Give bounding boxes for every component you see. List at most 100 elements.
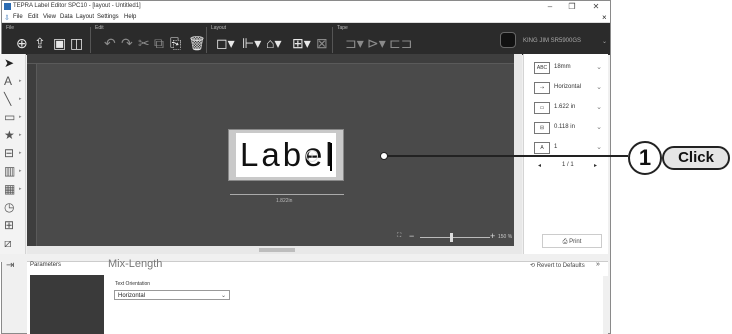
window-title: TEPRA Label Editor SPC10 - [layout - Unt… — [13, 3, 141, 9]
vertical-ruler — [27, 64, 37, 254]
library-icon[interactable]: ◫ — [70, 36, 83, 50]
print-label: Print — [569, 239, 582, 245]
text-orientation-select[interactable]: Horizontal ⌄ — [114, 290, 230, 300]
parameters-scrollbar[interactable] — [603, 276, 608, 334]
copies-select[interactable]: A 1 ⌄ — [534, 142, 606, 154]
previous-page-icon[interactable]: ◂ — [538, 162, 541, 169]
new-icon[interactable]: ⊕ — [16, 36, 28, 50]
copy-icon[interactable]: ⧉ — [154, 36, 164, 50]
dimension-value: 1.822in — [276, 198, 293, 204]
align-icon[interactable]: ⊩▾ — [242, 36, 261, 50]
orientation-select[interactable]: ⇢ Horizontal ⌄ — [534, 82, 606, 94]
copies-value: 1 — [554, 144, 558, 150]
callout-target — [380, 152, 388, 160]
length-icon: ▭ — [534, 102, 550, 114]
title-bar: TEPRA Label Editor SPC10 - [layout - Unt… — [2, 1, 610, 12]
tape-mode-icon[interactable]: ⊏⊐ — [389, 36, 412, 50]
select-tool-icon[interactable]: ➤ — [4, 56, 22, 70]
callout-line — [384, 155, 628, 157]
app-icon — [4, 3, 11, 10]
datetime-tool-icon[interactable]: ◷ — [4, 200, 22, 214]
parameters-preview — [30, 275, 104, 334]
page-indicator: 1 / 1 — [562, 162, 574, 168]
menu-settings[interactable]: Settings — [97, 14, 119, 20]
close-button[interactable]: ✕ — [586, 2, 606, 11]
tape-cut-icon[interactable]: ⊳▾ — [367, 36, 386, 50]
save-icon[interactable]: ▣ — [53, 36, 66, 50]
redo-icon[interactable]: ↷ — [121, 36, 133, 50]
menu-file[interactable]: File — [13, 14, 23, 20]
zoom-level: 150 % — [498, 234, 513, 240]
document-close-button[interactable]: × — [602, 13, 607, 22]
revert-button[interactable]: ⟲ Revert to Defaults — [530, 262, 585, 269]
zoom-slider-track[interactable] — [420, 237, 490, 238]
revert-icon: ⟲ — [530, 263, 537, 269]
horizontal-scroll-thumb[interactable] — [259, 248, 295, 252]
qrcode-tool-icon[interactable]: ▦ ▸ — [4, 182, 22, 196]
menu-layout[interactable]: Layout — [76, 14, 94, 20]
ribbon-group-layout: Layout — [211, 25, 227, 31]
restore-button[interactable]: ❐ — [562, 2, 582, 11]
paste-icon[interactable]: ⎘ — [170, 36, 181, 50]
collapse-icon[interactable]: » — [596, 261, 600, 268]
tape-width-icon: ABC — [534, 62, 550, 74]
length-value: 1.622 in — [554, 104, 576, 110]
arrange-icon[interactable]: ⌂▾ — [266, 36, 281, 50]
menu-bar: ⇩ File Edit View Data Layout Settings He… — [2, 12, 610, 23]
text-cursor — [330, 143, 332, 171]
chevron-down-icon: ⌄ — [220, 293, 226, 299]
dimension-line — [230, 194, 344, 195]
tape-feed-icon[interactable]: ⊐▾ — [345, 36, 364, 50]
template-tool-icon[interactable]: ⧄ — [4, 236, 22, 250]
orientation-icon: ⇢ — [534, 82, 550, 94]
menu-view[interactable]: View — [43, 14, 56, 20]
frame-icon[interactable]: ◻▾ — [216, 36, 235, 50]
vertical-scrollbar[interactable] — [514, 54, 522, 254]
print-button[interactable]: ⎙ Print — [542, 234, 602, 248]
cut-icon[interactable]: ✂ — [138, 36, 150, 50]
chevron-down-icon: ⌄ — [596, 124, 602, 131]
menu-edit[interactable]: Edit — [28, 14, 38, 20]
text-tool-icon[interactable]: A ▸ — [4, 74, 22, 88]
properties-panel: ABC 18mm ⌄ ⇢ Horizontal ⌄ ▭ 1.622 in ⌄ ⊟… — [523, 54, 608, 261]
tool-strip: ➤ A ▸ ╲ ▸ ▭ ▸ ★ ▸ ⊟ ▸ ▥ ▸ ▦ ▸ ◷ ⊞ ⧄ — [0, 54, 26, 261]
tape-width-value: 18mm — [554, 64, 571, 70]
group-icon[interactable]: ⊞▾ — [292, 36, 311, 50]
delete-icon[interactable]: 🗑 — [188, 36, 206, 50]
menu-data[interactable]: Data — [60, 14, 73, 20]
open-icon[interactable]: ⇪ — [34, 36, 46, 50]
text-orientation-label: Text Orientation — [115, 281, 151, 287]
zoom-slider-handle[interactable] — [450, 233, 453, 242]
margin-icon: ⊟ — [534, 122, 550, 134]
label-text[interactable]: Label — [240, 133, 336, 177]
ungroup-icon[interactable]: ⊠ — [316, 36, 328, 50]
barcode-tool-icon[interactable]: ▥ ▸ — [4, 164, 22, 178]
zoom-in-button[interactable]: + — [490, 231, 495, 241]
callout-number: 1 — [628, 141, 662, 175]
next-page-icon[interactable]: ▸ — [594, 162, 597, 169]
zoom-out-button[interactable]: − — [409, 231, 414, 241]
parameters-title: Parameters — [30, 262, 62, 268]
length-select[interactable]: ▭ 1.622 in ⌄ — [534, 102, 606, 114]
frame-tool-icon[interactable]: ⊟ ▸ — [4, 146, 22, 160]
minimize-button[interactable]: – — [540, 2, 560, 11]
quick-access-icon[interactable]: ⇩ — [4, 14, 10, 22]
table-tool-icon[interactable]: ⊞ — [4, 218, 22, 232]
orientation-value: Horizontal — [554, 84, 582, 90]
add-object-icon[interactable]: + — [306, 150, 318, 162]
image-tool-icon[interactable]: ▭ ▸ — [4, 110, 22, 124]
fit-icon[interactable]: ⛶ — [397, 233, 401, 240]
tape-width-select[interactable]: ABC 18mm ⌄ — [534, 62, 606, 74]
printer-dropdown-icon[interactable]: ⌄ — [602, 38, 607, 45]
printer-icon[interactable] — [500, 32, 516, 48]
chevron-down-icon: ⌄ — [596, 144, 602, 151]
margin-select[interactable]: ⊟ 0.118 in ⌄ — [534, 122, 606, 134]
chevron-down-icon: ⌄ — [596, 64, 602, 71]
undo-icon[interactable]: ↶ — [104, 36, 116, 50]
menu-help[interactable]: Help — [124, 14, 136, 20]
printer-name[interactable]: KING JIM SR5900GS — [523, 38, 581, 44]
ribbon-group-tape: Tape — [337, 25, 348, 31]
line-tool-icon[interactable]: ╲ ▸ — [4, 92, 22, 106]
symbol-tool-icon[interactable]: ★ ▸ — [4, 128, 22, 142]
callout-action: Click — [662, 146, 730, 170]
